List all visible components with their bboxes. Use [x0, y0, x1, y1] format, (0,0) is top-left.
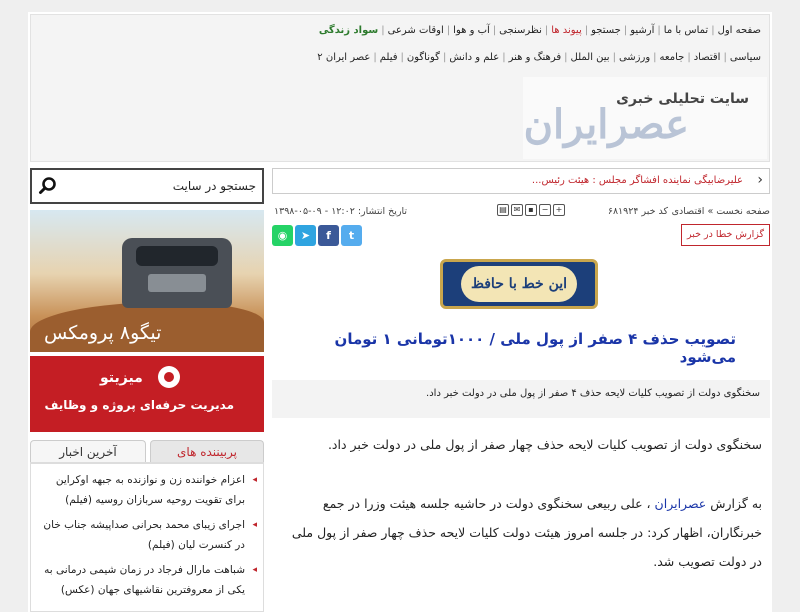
list-item[interactable]: ◂ اجرای زیبای محمد بحرانی صداپیشه جناب خا… [35, 515, 257, 555]
top-nav-item[interactable]: آب و هوا [453, 25, 490, 36]
nav-separator: | [492, 25, 497, 36]
mizito-logo-icon [158, 366, 180, 388]
font-increase-icon[interactable]: + [553, 204, 565, 216]
list-item-text: شباهت مارال فرجاد در زمان شیمی درمانی به… [44, 564, 245, 596]
article-title: تصویب حذف ۴ صفر از پول ملی / ۱۰۰۰تومانی … [334, 330, 736, 366]
save-icon[interactable]: ▪ [525, 204, 537, 216]
breadcrumb[interactable]: صفحه نخست » اقتصادی [672, 206, 770, 217]
ad-brand: میزیتو [100, 370, 143, 386]
search-input[interactable] [66, 176, 256, 196]
top-nav-item[interactable]: نظرسنجی [499, 25, 542, 36]
list-item[interactable]: ◂ اعزام خواننده زن و نوازنده به جبهه اوکر… [35, 470, 257, 510]
calligraphy-banner[interactable]: این خط با حافظ [440, 259, 598, 309]
site-search [30, 168, 264, 204]
article-paragraph: سخنگوی دولت از تصویب کلیات لایحه حذف چها… [327, 437, 762, 452]
category-nav-item[interactable]: فیلم [380, 52, 398, 63]
bullet-icon: ◂ [252, 475, 257, 485]
category-nav-item[interactable]: جامعه [660, 52, 685, 63]
nav-separator: | [653, 52, 657, 63]
list-item-text: اعزام خواننده زن و نوازنده به جبهه اوکرا… [55, 474, 245, 506]
nav-separator: | [373, 52, 377, 63]
nav-separator: | [400, 52, 404, 63]
email-icon[interactable]: ✉ [511, 204, 523, 216]
ad-tagline: مدیریت حرفه‌ای پروژه و وظایف [44, 398, 234, 412]
print-icon[interactable]: ▤ [497, 204, 509, 216]
nav-separator: | [381, 25, 385, 36]
article-body: سخنگوی دولت از تصویب کلیات لایحه حذف چها… [278, 430, 762, 606]
top-nav-item[interactable]: جستجو [591, 25, 621, 36]
report-error-button[interactable]: گزارش خطا در خبر [680, 224, 770, 246]
facebook-icon[interactable]: f [318, 225, 339, 246]
top-nav: صفحه اول|تماس با ما|آرشیو|جستجو|پیوند ها… [319, 25, 761, 36]
nav-separator: | [584, 25, 589, 36]
article-tools: + − ▪ ✉ ▤ [497, 204, 565, 216]
car-advertisement[interactable]: تیگو۸ پرومکس [30, 210, 264, 352]
bullet-icon: ◂ [252, 565, 257, 575]
nav-separator: | [711, 25, 715, 36]
category-nav-item[interactable]: اقتصاد [694, 52, 721, 63]
nav-separator: | [612, 52, 616, 63]
chevron-left-icon[interactable]: ‹ [757, 172, 763, 188]
category-nav-item[interactable]: بین الملل [571, 52, 610, 63]
nav-separator: | [502, 52, 506, 63]
list-item-text: اجرای زیبای محمد بحرانی صداپیشه جناب خان… [43, 519, 245, 551]
nav-separator: | [446, 25, 451, 36]
nav-separator: | [544, 25, 549, 36]
news-code: کد خبر ۶۸۱۹۲۴ [607, 206, 668, 217]
car-image [122, 238, 232, 308]
site-header: صفحه اول|تماس با ما|آرشیو|جستجو|پیوند ها… [30, 14, 770, 162]
article-meta: صفحه نخست » اقتصادی کد خبر ۶۸۱۹۲۴ + − ▪ … [272, 204, 770, 220]
top-nav-item[interactable]: پیوند ها [551, 25, 582, 36]
tab-latest-news[interactable]: آخرین اخبار [30, 440, 146, 462]
publish-date: تاریخ انتشار: ۱۲:۰۲ - ۰۹-۰۵-۱۳۹۸ [274, 206, 408, 217]
news-ticker: ‹ علیرضابیگی نماینده افشاگر مجلس : هیئت … [272, 168, 770, 194]
nav-separator: | [564, 52, 568, 63]
search-icon[interactable] [38, 176, 58, 196]
category-nav-item[interactable]: ورزشی [619, 52, 650, 63]
source-link[interactable]: عصرایران [655, 496, 707, 511]
twitter-icon[interactable]: t [341, 225, 362, 246]
nav-separator: | [442, 52, 447, 63]
share-buttons: ◉ ➤ f t [272, 225, 362, 246]
page: صفحه اول|تماس با ما|آرشیو|جستجو|پیوند ها… [28, 12, 772, 612]
bullet-icon: ◂ [252, 520, 257, 530]
font-decrease-icon[interactable]: − [539, 204, 551, 216]
top-nav-item[interactable]: اوقات شرعی [388, 25, 444, 36]
category-nav-item[interactable]: فرهنگ و هنر [509, 52, 562, 63]
ad-car-model: تیگو۸ پرومکس [44, 322, 162, 344]
whatsapp-icon[interactable]: ◉ [272, 225, 293, 246]
top-nav-item[interactable]: سواد زندگی [319, 25, 378, 36]
category-nav-item[interactable]: سیاسی [730, 52, 761, 63]
article-paragraph: به گزارش عصرایران ، علی ربیعی سخنگوی دول… [278, 489, 762, 576]
source-prefix: به گزارش [706, 496, 762, 511]
category-nav-item[interactable]: گوناگون [407, 52, 440, 63]
ticker-headline[interactable]: علیرضابیگی نماینده افشاگر مجلس : هیئت رئ… [532, 175, 743, 186]
top-nav-item[interactable]: صفحه اول [718, 25, 761, 36]
top-nav-item[interactable]: آرشیو [630, 25, 654, 36]
category-nav-item[interactable]: علم و دانش [449, 52, 499, 63]
telegram-icon[interactable]: ➤ [295, 225, 316, 246]
nav-separator: | [657, 25, 661, 36]
mizito-advertisement[interactable]: میزیتو مدیریت حرفه‌ای پروژه و وظایف [30, 356, 264, 432]
top-nav-item[interactable]: تماس با ما [664, 25, 708, 36]
category-nav-item[interactable]: عصر ایران ۲ [317, 52, 370, 63]
nav-separator: | [723, 52, 727, 63]
nav-separator: | [687, 52, 691, 63]
site-logo[interactable]: سایت تحلیلی خبری عصرایران [523, 77, 767, 159]
logo-wordmark: عصرایران [523, 101, 689, 148]
most-viewed-list: ◂ اعزام خواننده زن و نوازنده به جبهه اوکر… [30, 462, 264, 612]
category-nav: سیاسی|اقتصاد|جامعه|ورزشی|بین الملل|فرهنگ… [317, 52, 761, 63]
news-tabs: پربیننده های آخرین اخبار [30, 440, 264, 462]
list-item[interactable]: ◂ شباهت مارال فرجاد در زمان شیمی درمانی ب… [35, 560, 257, 600]
calligraphy-text: این خط با حافظ [461, 266, 577, 302]
nav-separator: | [623, 25, 628, 36]
article-lead: سخنگوی دولت از تصویب کلیات لایحه حذف ۴ ص… [272, 380, 770, 418]
tab-most-viewed[interactable]: پربیننده های [150, 440, 264, 462]
